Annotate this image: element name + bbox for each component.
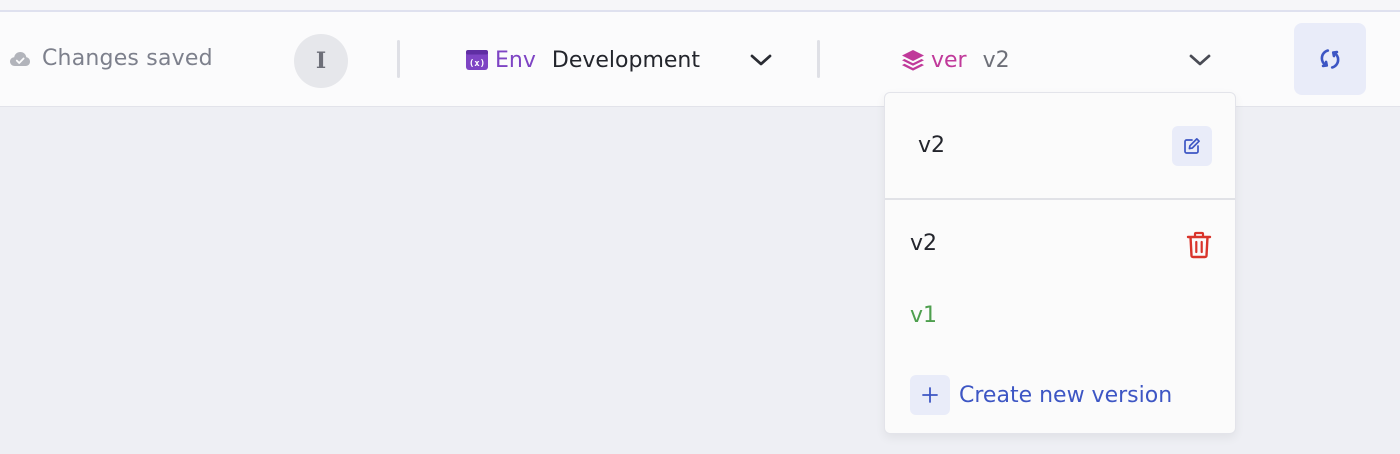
environment-value: Development [551,47,700,73]
variable-icon: (x) [466,50,488,70]
chevron-down-icon[interactable] [1188,50,1212,70]
header-divider [397,40,400,78]
save-status-text: Changes saved [42,46,213,71]
plus-icon [922,387,938,403]
version-dropdown: v2 v2 v1 Create new version [884,92,1236,434]
create-new-version-label: Create new version [959,382,1173,408]
version-selector[interactable]: ver v2 [901,42,1010,78]
svg-text:(x): (x) [469,59,485,69]
version-option-v2[interactable]: v2 [910,231,937,256]
current-version-row: v2 [885,93,1235,200]
edit-icon [1184,138,1200,154]
version-value: v2 [982,47,1010,73]
sync-button[interactable] [1294,23,1366,95]
version-label: ver [931,47,967,73]
current-version-label: v2 [918,133,946,158]
version-option-v1[interactable]: v1 [910,303,937,328]
edit-version-button[interactable] [1172,126,1212,166]
layers-icon [902,50,924,71]
user-avatar[interactable]: I [294,34,348,88]
trash-icon[interactable] [1186,231,1212,259]
environment-selector[interactable]: (x) Env Development [465,42,700,78]
sync-icon [1320,49,1340,69]
chevron-down-icon[interactable] [749,50,773,70]
top-border [0,0,1400,12]
cloud-check-icon [10,51,30,66]
plus-box [910,375,950,415]
save-status: Changes saved [8,46,213,71]
environment-label: Env [495,47,536,73]
create-new-version-button[interactable]: Create new version [910,375,1172,415]
header-divider [817,40,820,78]
